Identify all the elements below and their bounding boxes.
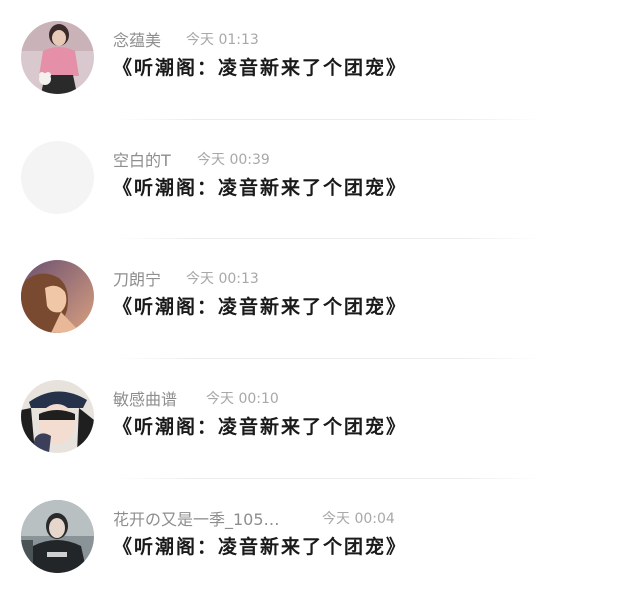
avatar[interactable] <box>21 141 94 214</box>
divider <box>113 119 543 120</box>
avatar-girl-dark-jacket-icon <box>21 500 94 573</box>
avatar[interactable] <box>21 260 94 333</box>
avatar-girl-pink-sweater-icon <box>21 21 94 94</box>
username[interactable]: 念蕴美 <box>113 27 161 51</box>
avatar[interactable] <box>21 380 94 453</box>
avatar[interactable] <box>21 21 94 94</box>
timestamp: 今天 00:13 <box>186 271 259 287</box>
avatar-blank-icon <box>21 141 94 214</box>
list-item[interactable]: 念蕴美 今天 01:13 《听潮阁：凌音新来了个团宠》 <box>0 21 640 121</box>
message-text: 《听潮阁：凌音新来了个团宠》 <box>113 57 408 79</box>
list-item[interactable]: 刀朗宁 今天 00:13 《听潮阁：凌音新来了个团宠》 <box>0 260 640 360</box>
username[interactable]: 刀朗宁 <box>113 266 161 290</box>
divider <box>113 478 543 479</box>
username[interactable]: 空白的T <box>113 147 171 171</box>
timestamp: 今天 00:04 <box>322 511 395 527</box>
message-text: 《听潮阁：凌音新来了个团宠》 <box>113 416 408 438</box>
message-text: 《听潮阁：凌音新来了个团宠》 <box>113 177 408 199</box>
list-item[interactable]: 花开の又是一季_105… 今天 00:04 《听潮阁：凌音新来了个团宠》 <box>0 500 640 600</box>
timestamp: 今天 00:10 <box>206 391 279 407</box>
divider <box>113 358 543 359</box>
list-item[interactable]: 空白的T 今天 00:39 《听潮阁：凌音新来了个团宠》 <box>0 141 640 241</box>
message-text: 《听潮阁：凌音新来了个团宠》 <box>113 296 408 318</box>
divider <box>113 238 543 239</box>
message-text: 《听潮阁：凌音新来了个团宠》 <box>113 536 408 558</box>
timestamp: 今天 01:13 <box>186 32 259 48</box>
avatar-girl-cap-icon <box>21 380 94 453</box>
timestamp: 今天 00:39 <box>197 152 270 168</box>
avatar[interactable] <box>21 500 94 573</box>
list-item[interactable]: 敏感曲谱 今天 00:10 《听潮阁：凌音新来了个团宠》 <box>0 380 640 480</box>
username[interactable]: 敏感曲谱 <box>113 386 177 410</box>
comment-list: 念蕴美 今天 01:13 《听潮阁：凌音新来了个团宠》 空白的T 今天 00:3… <box>0 0 640 593</box>
username[interactable]: 花开の又是一季_105… <box>113 506 280 530</box>
avatar-girl-profile-sunset-icon <box>21 260 94 333</box>
